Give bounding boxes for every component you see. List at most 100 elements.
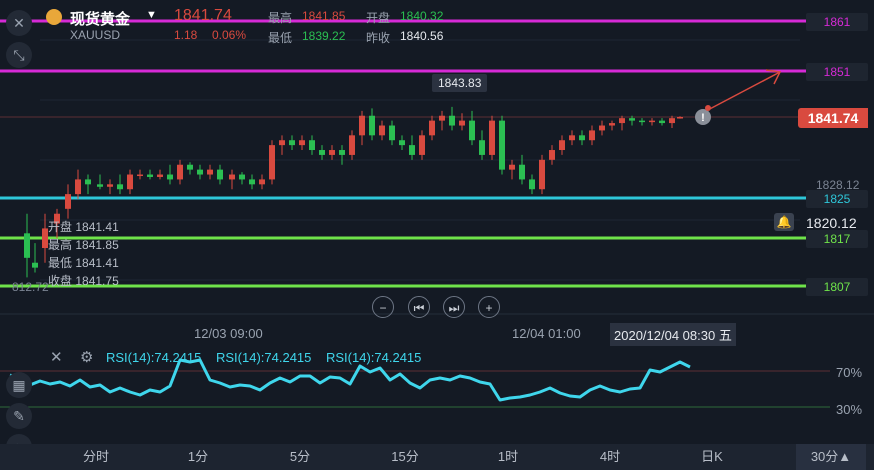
candle-body [669,118,675,124]
instrument-symbol: XAUUSD [70,28,121,42]
level-tag-1807: 1807 [806,278,868,296]
candle-body [137,174,143,177]
candlestick-chart[interactable]: ! [0,0,874,470]
candle-body [459,120,465,126]
tab-15min[interactable]: 15分 [375,444,435,470]
candle-body [509,164,515,170]
tab-fenshi[interactable]: 分时 [66,444,126,470]
level-tag-1851: 1851 [806,63,868,81]
candle-body [419,135,425,155]
candle-body [85,179,91,185]
zoom-out-button[interactable]: − [372,296,394,318]
period-tabs: 分时 1分 5分 15分 1时 4时 日K 30分▲ [0,444,874,470]
candle-body [559,140,565,151]
candle-body [97,184,103,187]
open-label: 开盘 [366,11,391,25]
candle-body [409,145,415,155]
bell-icon[interactable]: 🔔 [774,213,794,231]
candle-body [539,159,545,190]
rsi-level-70: 70% [836,365,863,380]
candle-body [439,115,445,121]
chevron-down-icon[interactable]: ▼ [146,9,157,21]
low-value: 1839.22 [302,29,346,43]
candle-body [309,140,315,151]
candle-body [329,150,335,155]
tab-daily[interactable]: 日K [682,444,742,470]
rsi-label-3: RSI(14):74.2415 [326,350,422,365]
candle-body [177,164,183,180]
candle-body [65,194,71,209]
shrink-icon[interactable]: ⤡ [6,42,32,68]
rsi-label-1: RSI(14):74.2415 [106,350,202,365]
candle-body [217,169,223,180]
candle-body [579,135,585,141]
candle-body [259,179,265,185]
zoom-in-button[interactable]: + [478,296,500,318]
candle-body [639,120,645,123]
candle-body [649,120,655,123]
high-value: 1841.85 [302,9,346,23]
close-indicator-icon[interactable]: ✕ [50,348,63,366]
high-annotation: 1843.83 [432,74,488,92]
candle-body [127,174,133,190]
candle-body [239,174,245,180]
info-marker-glyph: ! [701,112,705,124]
candle-body [107,184,113,187]
trend-start-dot [705,105,711,111]
candle-body [207,169,213,175]
tab-1min[interactable]: 1分 [168,444,228,470]
candle-body [489,120,495,155]
scroll-left-button[interactable]: ⏮ [408,296,430,318]
time-label-1: 12/03 09:00 [194,326,263,341]
instrument-price: 1841.74 [174,7,232,24]
candle-body [32,262,38,268]
level-tag-1817: 1817 [806,230,868,248]
candle-body [269,145,275,180]
candle-body [167,174,173,180]
level-tag-1825: 1825 [806,190,868,208]
prev-close-label: 昨收 [366,31,391,45]
left-cut-label: 812.72 [12,280,49,294]
alert-price: 1820.12 [806,215,857,231]
candle-body [197,169,203,175]
candle-body [24,233,30,258]
instrument-name[interactable]: 现货黄金 [70,8,130,29]
settings-icon[interactable]: ⚙ [80,348,93,366]
ohlc-open: 开盘 1841.41 [48,220,119,234]
candle-body [389,125,395,141]
current-price-tag: 1841.74 [798,108,868,128]
pencil-icon[interactable]: ✎ [6,403,32,429]
candle-body [147,174,153,177]
candle-body [289,140,295,146]
candle-body [339,150,345,155]
candle-body [75,179,81,195]
tab-4hour[interactable]: 4时 [580,444,640,470]
ohlc-high: 最高 1841.85 [48,238,119,252]
tab-1hour[interactable]: 1时 [478,444,538,470]
rsi-level-30: 30% [836,402,863,417]
candle-body [499,120,505,170]
level-tag-1861: 1861 [806,13,868,31]
time-label-2: 12/04 01:00 [512,326,581,341]
trend-arrow-line [703,71,781,113]
candle-body [349,135,355,155]
crosshair-time: 2020/12/04 08:30 五 [610,323,736,346]
layers-icon[interactable]: ▦ [6,372,32,398]
candle-body [549,150,555,160]
candle-body [569,135,575,141]
candle-body [519,164,525,180]
close-icon[interactable]: ✕ [6,10,32,36]
scroll-right-button[interactable]: ⏭ [443,296,465,318]
candle-body [157,174,163,177]
candle-body [469,120,475,141]
tab-5min[interactable]: 5分 [270,444,330,470]
candle-body [229,174,235,180]
candle-body [187,164,193,170]
candle-body [589,130,595,141]
candle-body [369,115,375,136]
low-label: 最低 [268,31,293,45]
ohlc-close: 收盘 1841.75 [48,274,119,288]
period-selector[interactable]: 30分▲ [796,444,866,470]
price-change-pct: 0.06% [212,28,247,42]
ohlc-low: 最低 1841.41 [48,256,119,270]
